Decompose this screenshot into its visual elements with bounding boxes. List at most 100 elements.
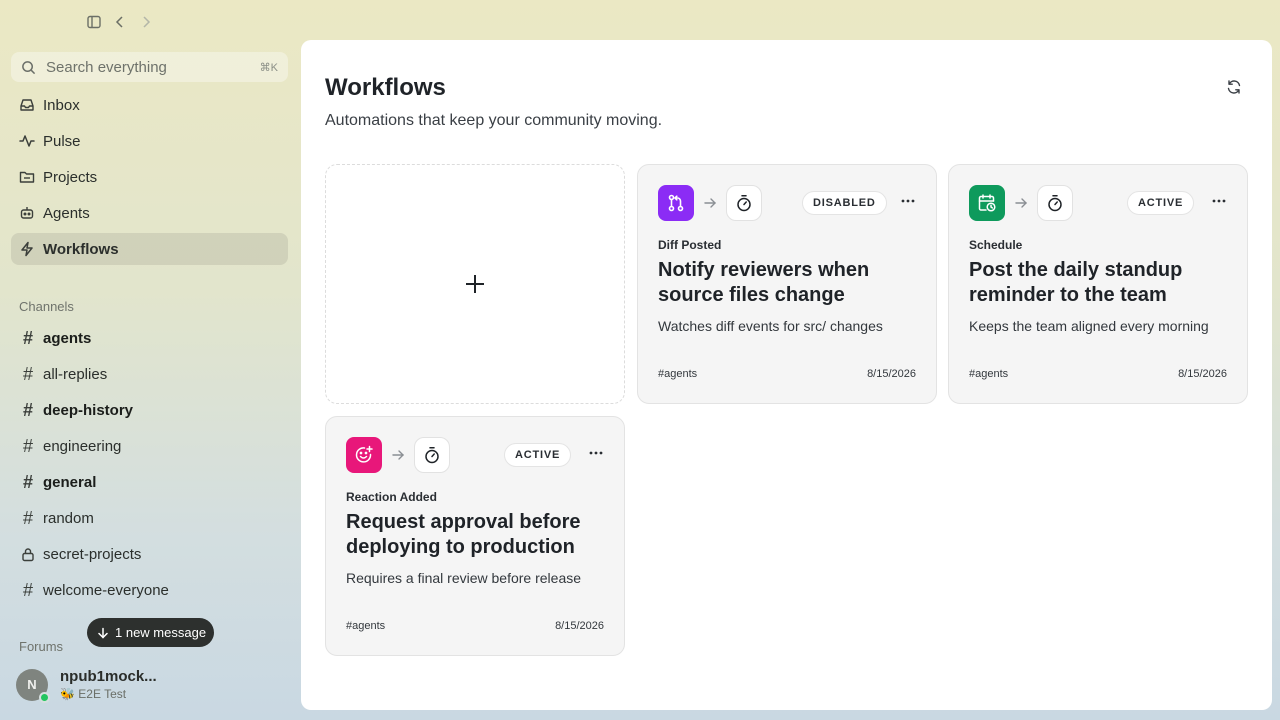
workflow-title: Post the daily standup reminder to the t… bbox=[969, 259, 1183, 306]
trigger-badge bbox=[969, 185, 1005, 221]
status-badge: DISABLED bbox=[802, 191, 887, 215]
channel-name: deep-history bbox=[43, 401, 134, 419]
workflow-description: Keeps the team aligned every morning bbox=[969, 318, 1209, 334]
search-placeholder: Search everything bbox=[46, 58, 167, 76]
timer-icon bbox=[1048, 195, 1062, 212]
nav-item-label: Inbox bbox=[43, 96, 80, 114]
channels-section-label: Channels bbox=[19, 299, 74, 314]
user-info: npub1mock... 🐝 E2E Test bbox=[60, 668, 157, 701]
arrow-right-icon bbox=[703, 196, 717, 210]
trigger-label: Diff Posted bbox=[658, 238, 722, 252]
workflows-panel: Workflows Automations that keep your com… bbox=[301, 40, 1272, 710]
new-message-label: 1 new message bbox=[115, 625, 207, 640]
timer-action-badge bbox=[726, 185, 762, 221]
workflow-description: Requires a final review before release bbox=[346, 570, 582, 586]
workflow-channel[interactable]: #agents bbox=[969, 368, 1008, 380]
lock-icon bbox=[19, 547, 37, 562]
trigger-label: Schedule bbox=[969, 238, 1023, 252]
channel-item-all-replies[interactable]: # all-replies bbox=[11, 358, 288, 390]
nav-item-label: Workflows bbox=[43, 240, 119, 258]
refresh-button[interactable] bbox=[1226, 79, 1242, 95]
nav-item-projects[interactable]: Projects bbox=[11, 161, 288, 193]
channel-item-agents[interactable]: # agents bbox=[11, 322, 288, 354]
channel-name: general bbox=[43, 473, 97, 491]
workflow-card[interactable]: ACTIVE Schedule Post the daily standup r… bbox=[948, 164, 1248, 404]
nav-item-label: Projects bbox=[43, 168, 98, 186]
hash-icon: # bbox=[22, 471, 33, 492]
workflow-date: 8/15/2026 bbox=[867, 368, 916, 380]
channel-item-engineering[interactable]: # engineering bbox=[11, 430, 288, 462]
current-user[interactable]: N npub1mock... 🐝 E2E Test bbox=[16, 668, 157, 703]
nav-item-workflows[interactable]: Workflows bbox=[11, 233, 288, 265]
channel-name: secret-projects bbox=[43, 545, 142, 563]
page-title: Workflows bbox=[325, 74, 446, 101]
timer-icon bbox=[425, 447, 439, 464]
smile-plus-icon bbox=[355, 445, 373, 463]
sidebar: Search everything ⌘K Inbox Pulse Project… bbox=[0, 0, 300, 720]
channel-item-welcome-everyone[interactable]: # welcome-everyone bbox=[11, 574, 288, 606]
workflow-flow bbox=[658, 185, 762, 221]
workflow-card[interactable]: ACTIVE Reaction Added Request approval b… bbox=[325, 416, 625, 656]
nav-item-pulse[interactable]: Pulse bbox=[11, 125, 288, 157]
workflow-flow bbox=[969, 185, 1073, 221]
more-options-button[interactable] bbox=[1211, 193, 1227, 209]
workflow-date: 8/15/2026 bbox=[555, 620, 604, 632]
hash-icon: # bbox=[22, 435, 33, 456]
arrow-down-icon bbox=[98, 627, 108, 639]
channel-item-random[interactable]: # random bbox=[11, 502, 288, 534]
new-message-pill[interactable]: 1 new message bbox=[87, 618, 215, 647]
workflow-card[interactable]: DISABLED Diff Posted Notify reviewers wh… bbox=[637, 164, 937, 404]
timer-action-badge bbox=[1037, 185, 1073, 221]
workflow-title: Notify reviewers when source files chang… bbox=[658, 259, 870, 306]
channel-item-general[interactable]: # general bbox=[11, 466, 288, 498]
avatar: N bbox=[16, 668, 50, 703]
avatar-initial: N bbox=[27, 677, 37, 692]
status-badge: ACTIVE bbox=[1127, 191, 1195, 215]
search-shortcut: ⌘K bbox=[259, 61, 278, 74]
forums-section-label: Forums bbox=[19, 639, 64, 654]
hash-icon: # bbox=[22, 579, 33, 600]
channel-name: welcome-everyone bbox=[43, 581, 169, 599]
channel-name: engineering bbox=[43, 437, 122, 455]
plus-icon bbox=[466, 275, 484, 293]
status-badge: ACTIVE bbox=[504, 443, 572, 467]
hash-icon: # bbox=[22, 327, 33, 348]
channel-name: random bbox=[43, 509, 94, 527]
page-subtitle: Automations that keep your community mov… bbox=[325, 112, 663, 129]
arrow-right-icon bbox=[1014, 196, 1028, 210]
arrow-right-icon bbox=[391, 448, 405, 462]
new-workflow-card[interactable] bbox=[325, 164, 625, 404]
trigger-badge bbox=[346, 437, 382, 473]
more-horizontal-icon bbox=[1212, 199, 1226, 203]
primary-nav: Inbox Pulse Projects Agents Workflows bbox=[11, 89, 288, 269]
workflow-date: 8/15/2026 bbox=[1178, 368, 1227, 380]
search-icon bbox=[22, 60, 36, 74]
search-input[interactable]: Search everything ⌘K bbox=[11, 52, 288, 82]
refresh-icon bbox=[1227, 80, 1241, 94]
more-options-button[interactable] bbox=[588, 445, 604, 461]
workflow-description: Watches diff events for src/ changes bbox=[658, 318, 883, 334]
trigger-label: Reaction Added bbox=[346, 490, 437, 504]
nav-item-label: Agents bbox=[43, 204, 90, 222]
hash-icon: # bbox=[22, 399, 33, 420]
hash-icon: # bbox=[22, 507, 33, 528]
git-pull-request-icon bbox=[668, 194, 684, 212]
workflow-flow bbox=[346, 437, 450, 473]
channel-name: all-replies bbox=[43, 365, 108, 383]
workflow-channel[interactable]: #agents bbox=[346, 620, 385, 632]
channel-item-secret-projects[interactable]: secret-projects bbox=[11, 538, 288, 570]
nav-item-label: Pulse bbox=[43, 132, 81, 150]
channel-item-deep-history[interactable]: # deep-history bbox=[11, 394, 288, 426]
timer-icon bbox=[737, 195, 751, 212]
user-name: npub1mock... bbox=[60, 668, 157, 685]
nav-item-agents[interactable]: Agents bbox=[11, 197, 288, 229]
agents-icon bbox=[19, 204, 37, 222]
more-options-button[interactable] bbox=[900, 193, 916, 209]
projects-icon bbox=[19, 168, 37, 186]
workflow-channel[interactable]: #agents bbox=[658, 368, 697, 380]
user-status: 🐝 E2E Test bbox=[60, 687, 127, 701]
trigger-badge bbox=[658, 185, 694, 221]
nav-item-inbox[interactable]: Inbox bbox=[11, 89, 288, 121]
channel-name: agents bbox=[43, 329, 92, 347]
inbox-icon bbox=[19, 96, 37, 114]
